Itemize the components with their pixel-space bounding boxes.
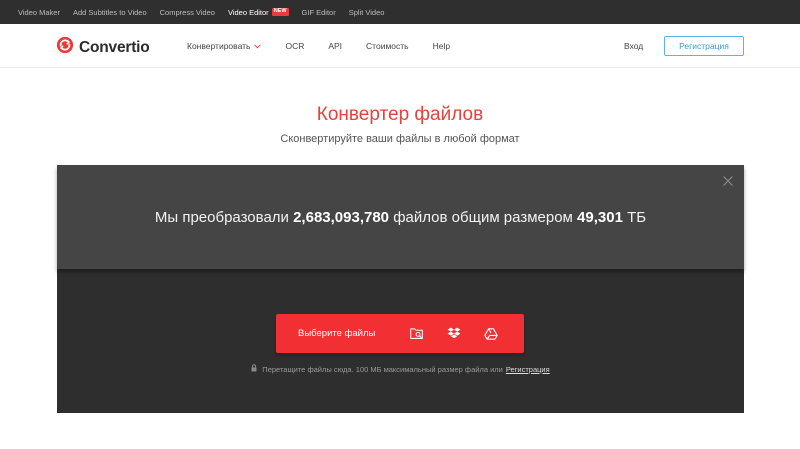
login-link[interactable]: Вход <box>624 41 643 51</box>
nav-ocr[interactable]: OCR <box>285 41 304 51</box>
nav-pricing[interactable]: Стоимость <box>366 41 409 51</box>
drop-hint-register-link[interactable]: Регистрация <box>506 365 550 374</box>
google-drive-icon[interactable] <box>484 327 498 341</box>
stats-banner: Мы преобразовали 2,683,093,780 файлов об… <box>57 165 744 269</box>
page-title: Конвертер файлов <box>316 104 484 125</box>
folder-search-icon[interactable] <box>410 327 424 341</box>
new-badge: NEW <box>271 8 289 16</box>
drop-hint-text: Перетащите файлы сюда. 100 МБ максимальн… <box>262 364 503 374</box>
choose-files-label: Выберите файлы <box>298 328 376 339</box>
drop-hint: Перетащите файлы сюда. 100 МБ максимальн… <box>57 364 744 374</box>
toplink-video-maker[interactable]: Video Maker <box>18 8 60 17</box>
nav-convert[interactable]: Конвертировать <box>187 41 262 51</box>
toplink-video-editor[interactable]: Video Editor NEW <box>228 8 289 17</box>
toplink-add-subtitles[interactable]: Add Subtitles to Video <box>73 8 147 17</box>
close-icon[interactable] <box>722 174 734 186</box>
stats-files-count: 2,683,093,780 <box>293 208 390 226</box>
main-nav: Конвертировать OCR API Стоимость Help <box>187 41 474 51</box>
choose-files-button[interactable]: Выберите файлы <box>276 314 524 353</box>
chevron-down-icon <box>254 41 262 51</box>
stats-unit: ТБ <box>627 208 647 226</box>
nav-api[interactable]: API <box>328 41 342 51</box>
site-header: Convertio Конвертировать OCR API Стоимос… <box>0 24 800 68</box>
page-subtitle: Сконвертируйте ваши файлы в любой формат <box>280 133 520 145</box>
nav-help[interactable]: Help <box>433 41 450 51</box>
logo[interactable]: Convertio <box>56 36 150 59</box>
toplink-compress-video[interactable]: Compress Video <box>160 8 215 17</box>
upload-panel: Мы преобразовали 2,683,093,780 файлов об… <box>57 165 744 413</box>
dropbox-icon[interactable] <box>447 327 461 341</box>
stats-prefix: Мы преобразовали <box>154 208 289 226</box>
logo-text: Convertio <box>79 38 150 56</box>
convertio-logo-icon <box>56 36 74 59</box>
toplink-split-video[interactable]: Split Video <box>349 8 385 17</box>
stats-middle: файлов общим размером <box>393 208 573 226</box>
top-bar: Video Maker Add Subtitles to Video Compr… <box>0 0 800 24</box>
lock-icon <box>251 364 257 374</box>
toplink-gif-editor[interactable]: GIF Editor <box>302 8 336 17</box>
stats-total-size: 49,301 <box>577 208 623 226</box>
register-button[interactable]: Регистрация <box>664 36 744 56</box>
